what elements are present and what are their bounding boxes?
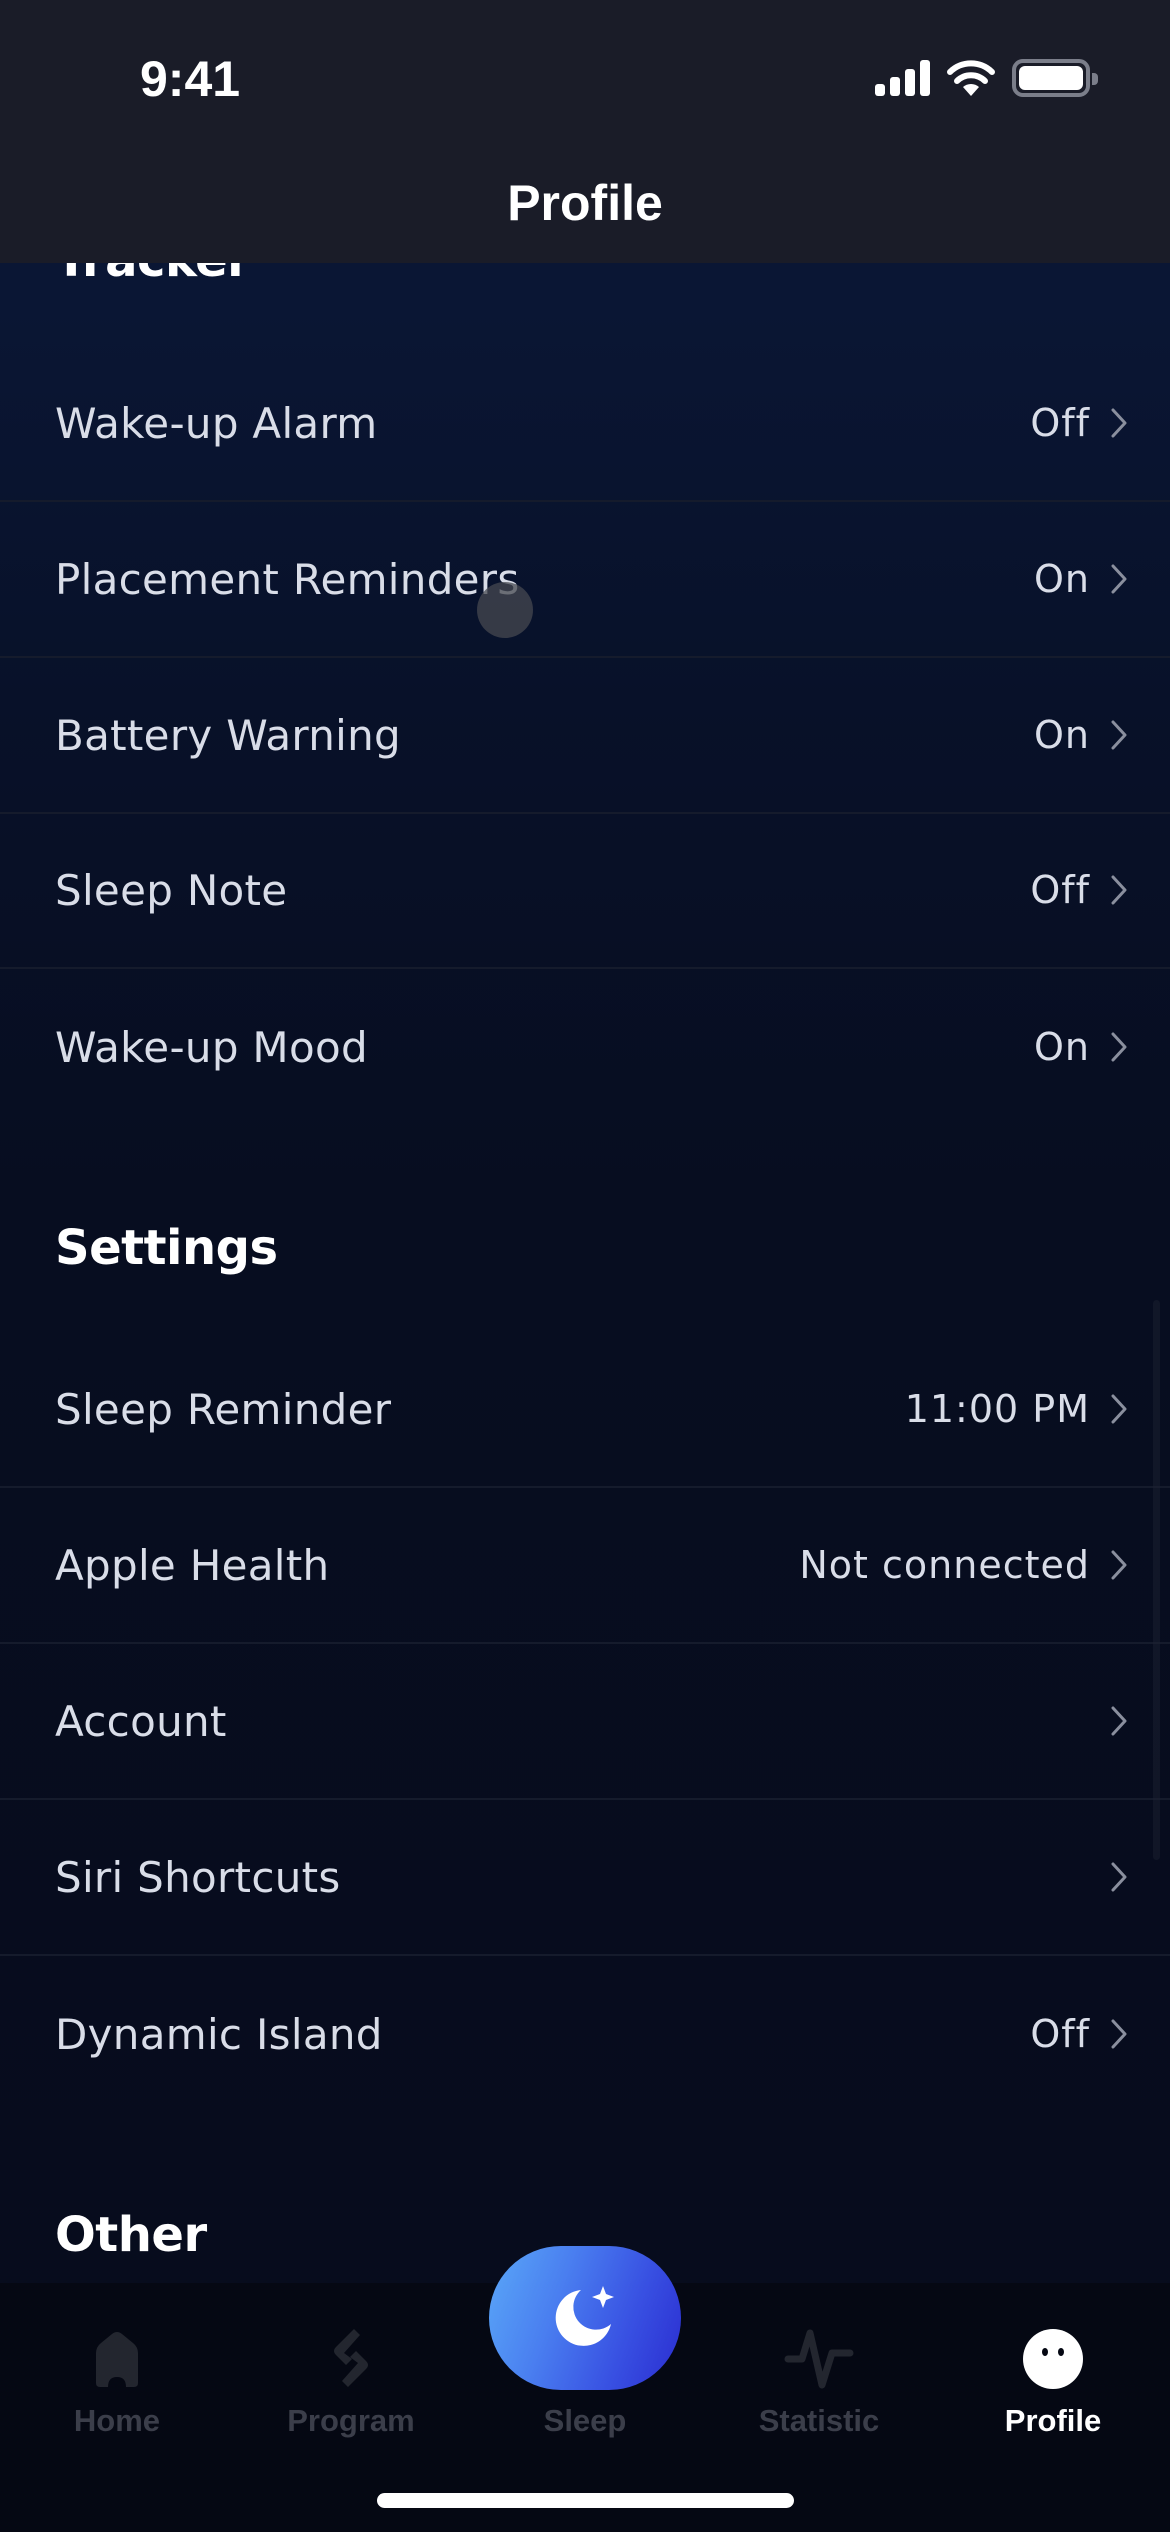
chevron-right-icon: [1111, 875, 1127, 905]
row-value: Off: [1030, 868, 1090, 912]
row-apple-health[interactable]: Apple Health Not connected: [0, 1488, 1170, 1644]
row-placement-reminders[interactable]: Placement Reminders On: [0, 502, 1170, 658]
row-value: On: [1034, 557, 1090, 601]
tab-label: Profile: [1004, 2403, 1102, 2438]
row-siri-shortcuts[interactable]: Siri Shortcuts: [0, 1800, 1170, 1956]
chevron-right-icon: [1111, 1394, 1127, 1424]
status-time: 9:41: [140, 51, 241, 107]
pulse-chart-icon: [784, 2329, 854, 2389]
home-icon: [96, 2332, 138, 2387]
row-label: Sleep Reminder: [55, 1384, 392, 1434]
row-value: Off: [1030, 2012, 1090, 2056]
tab-program[interactable]: Program: [234, 2283, 468, 2473]
chevron-right-icon: [1111, 1862, 1127, 1892]
row-value: On: [1034, 713, 1090, 757]
scroll-content[interactable]: Tracker Wake-up Alarm Off Placement Remi…: [0, 0, 1170, 2532]
row-wake-up-mood[interactable]: Wake-up Mood On: [0, 969, 1170, 1125]
chevron-right-icon: [1111, 720, 1127, 750]
tab-label: Sleep: [543, 2403, 627, 2438]
row-value: Off: [1030, 401, 1090, 445]
row-sleep-note[interactable]: Sleep Note Off: [0, 813, 1170, 969]
scrollbar[interactable]: [1153, 1300, 1160, 1860]
chevron-right-icon: [1111, 2019, 1127, 2049]
chevron-right-icon: [1111, 1032, 1127, 1062]
tab-label: Statistic: [758, 2403, 880, 2438]
chevron-right-icon: [1111, 1706, 1127, 1736]
touch-indicator: [477, 582, 533, 638]
cellular-signal-icon: [875, 60, 930, 96]
row-label: Wake-up Alarm: [55, 398, 378, 448]
row-sleep-reminder[interactable]: Sleep Reminder 11:00 PM: [0, 1332, 1170, 1488]
page-title: Profile: [507, 175, 663, 231]
row-label: Placement Reminders: [55, 554, 520, 604]
row-account[interactable]: Account: [0, 1644, 1170, 1800]
chevron-right-icon: [1111, 1550, 1127, 1580]
tab-profile[interactable]: Profile: [936, 2283, 1170, 2473]
wifi-icon: [947, 60, 995, 96]
row-dynamic-island[interactable]: Dynamic Island Off: [0, 1956, 1170, 2112]
navigation-header: 9:41 Profile: [0, 0, 1170, 263]
row-battery-warning[interactable]: Battery Warning On: [0, 658, 1170, 814]
row-label: Wake-up Mood: [55, 1022, 368, 1072]
tab-label: Program: [287, 2403, 415, 2438]
row-value: Not connected: [799, 1543, 1090, 1587]
program-icon: [334, 2329, 368, 2387]
battery-full-icon: [1012, 59, 1098, 97]
row-wake-up-alarm[interactable]: Wake-up Alarm Off: [0, 346, 1170, 502]
home-indicator: [377, 2493, 794, 2508]
row-value: On: [1034, 1025, 1090, 1069]
section-heading-settings: Settings: [55, 1220, 278, 1276]
profile-face-icon: [1023, 2329, 1083, 2389]
row-label: Dynamic Island: [55, 2009, 383, 2059]
tab-home[interactable]: Home: [0, 2283, 234, 2473]
row-label: Siri Shortcuts: [55, 1852, 341, 1902]
tab-label: Home: [73, 2403, 161, 2438]
chevron-right-icon: [1111, 408, 1127, 438]
row-label: Sleep Note: [55, 865, 288, 915]
row-label: Apple Health: [55, 1540, 330, 1590]
section-heading-other: Other: [55, 2207, 207, 2263]
sleep-button[interactable]: [489, 2246, 681, 2390]
row-value: 11:00 PM: [904, 1387, 1090, 1431]
moon-star-icon: [555, 2286, 614, 2346]
row-label: Battery Warning: [55, 710, 401, 760]
row-label: Account: [55, 1696, 227, 1746]
status-icons: [875, 58, 1098, 98]
chevron-right-icon: [1111, 564, 1127, 594]
tab-statistic[interactable]: Statistic: [702, 2283, 936, 2473]
